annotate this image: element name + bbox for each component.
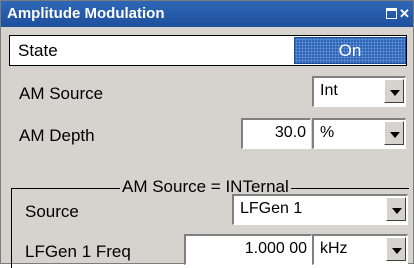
lfgen-freq-label: LFGen 1 Freq xyxy=(25,242,131,261)
chevron-down-icon[interactable] xyxy=(386,237,406,261)
chevron-down-icon[interactable] xyxy=(384,121,404,145)
state-row: State On xyxy=(9,35,407,66)
source-value: LFGen 1 xyxy=(240,200,303,217)
am-source-select[interactable]: Int xyxy=(312,76,406,107)
window-title: Amplitude Modulation xyxy=(7,5,165,22)
amplitude-modulation-window: Amplitude Modulation ✕ State On AM Sourc… xyxy=(0,0,414,268)
am-depth-label: AM Depth xyxy=(19,126,95,145)
close-icon[interactable]: ✕ xyxy=(399,7,410,20)
am-source-value: Int xyxy=(320,82,338,99)
lfgen-freq-unit-value: kHz xyxy=(320,240,348,257)
internal-source-group: AM Source = INTernal Source LFGen 1 LFGe… xyxy=(11,177,409,268)
state-label: State xyxy=(18,41,58,60)
lfgen-freq-input[interactable]: 1.000 00 xyxy=(184,234,312,265)
am-depth-unit-select[interactable]: % xyxy=(312,118,406,149)
maximize-icon[interactable] xyxy=(386,8,397,19)
am-depth-input[interactable]: 30.0 xyxy=(241,118,311,149)
chevron-down-icon[interactable] xyxy=(384,79,404,103)
am-depth-unit-value: % xyxy=(320,124,335,141)
source-label: Source xyxy=(25,202,79,221)
chevron-down-icon[interactable] xyxy=(386,197,406,221)
title-bar: Amplitude Modulation ✕ xyxy=(1,1,413,27)
lfgen-freq-unit-select[interactable]: kHz xyxy=(312,234,408,265)
am-source-label: AM Source xyxy=(19,84,104,103)
source-select[interactable]: LFGen 1 xyxy=(232,194,408,225)
state-toggle-button[interactable]: On xyxy=(294,37,406,64)
